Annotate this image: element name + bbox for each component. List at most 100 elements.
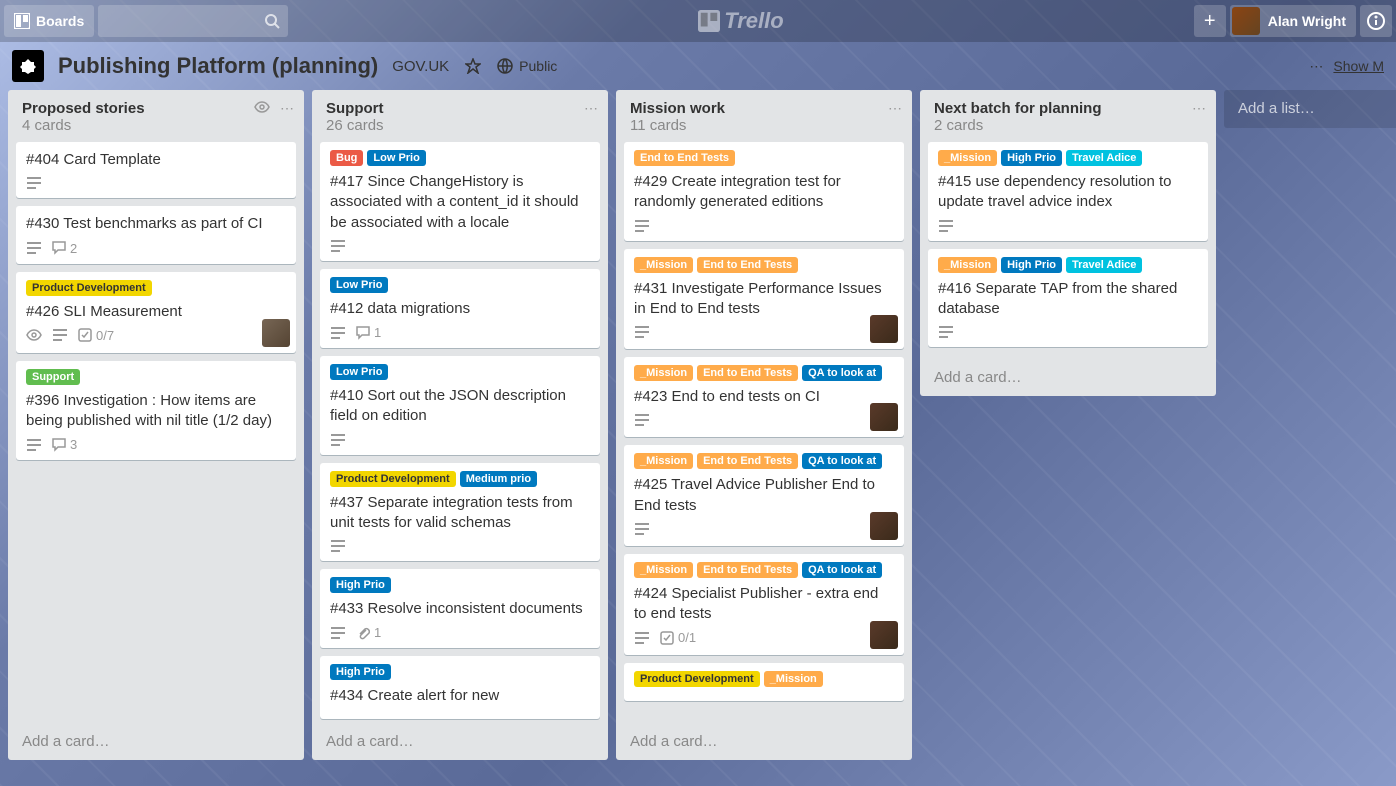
visibility-label: Public — [519, 58, 557, 74]
card-badges — [330, 539, 590, 553]
card-label: High Prio — [330, 577, 391, 593]
card-title: #423 End to end tests on CI — [634, 387, 894, 407]
card-label: Low Prio — [330, 364, 388, 380]
user-menu[interactable]: Alan Wright — [1230, 5, 1356, 37]
list-title[interactable]: Proposed stories — [22, 100, 145, 117]
card-badges — [26, 176, 286, 190]
member-avatar[interactable] — [262, 319, 290, 347]
card[interactable]: Product Development#426 SLI Measurement0… — [16, 272, 296, 353]
card[interactable]: Product DevelopmentMedium prio #437 Separ… — [320, 463, 600, 562]
card[interactable]: _MissionHigh PrioTravel Adice #416 Separa… — [928, 249, 1208, 348]
menu-dots-icon[interactable]: ⋯ — [1309, 58, 1323, 75]
card-label: High Prio — [1001, 150, 1062, 166]
card-label: High Prio — [330, 664, 391, 680]
search-input[interactable] — [98, 5, 288, 37]
card[interactable]: Low Prio#410 Sort out the JSON descripti… — [320, 356, 600, 455]
user-avatar — [1232, 7, 1260, 35]
member-avatar[interactable] — [870, 512, 898, 540]
list-title[interactable]: Support — [326, 100, 384, 117]
card[interactable]: _MissionHigh PrioTravel Adice#415 use de… — [928, 142, 1208, 241]
list-menu-icon[interactable]: ⋯ — [1192, 100, 1206, 117]
list-header: Mission work 11 cards ⋯ — [616, 90, 912, 138]
logo-text: Trello — [724, 8, 784, 34]
search-icon — [264, 13, 280, 29]
board-org[interactable]: GOV.UK — [392, 58, 449, 75]
checklist-badge: 0/7 — [78, 328, 114, 343]
star-button[interactable] — [463, 56, 483, 76]
list-menu-icon[interactable]: ⋯ — [888, 100, 902, 117]
card-badges — [634, 413, 894, 427]
description-badge — [330, 239, 346, 253]
card[interactable]: BugLow Prio#417 Since ChangeHistory is a… — [320, 142, 600, 261]
card-title: #415 use dependency resolution to update… — [938, 172, 1198, 213]
card[interactable]: _MissionEnd to End TestsQA to look at#42… — [624, 445, 904, 546]
card-labels: Product DevelopmentMedium prio — [330, 471, 590, 487]
card[interactable]: High Prio#433 Resolve inconsistent docum… — [320, 569, 600, 648]
add-card-button[interactable]: Add a card… — [920, 359, 1216, 396]
member-avatar[interactable] — [870, 403, 898, 431]
card-labels: High Prio — [330, 577, 590, 593]
card[interactable]: Low Prio#412 data migrations1 — [320, 269, 600, 348]
info-icon — [1367, 12, 1385, 30]
description-badge — [330, 433, 346, 447]
list-menu-icon[interactable]: ⋯ — [584, 100, 598, 117]
list-count: 2 cards — [934, 117, 1102, 134]
card-labels: _MissionHigh PrioTravel Adice — [938, 257, 1198, 273]
description-badge — [52, 328, 68, 342]
member-avatar[interactable] — [870, 621, 898, 649]
add-button[interactable]: + — [1194, 5, 1226, 37]
list-title[interactable]: Next batch for planning — [934, 100, 1102, 117]
card[interactable]: Support#396 Investigation : How items ar… — [16, 361, 296, 461]
card-label: _Mission — [764, 671, 823, 687]
list-count: 11 cards — [630, 117, 725, 134]
show-menu-button[interactable]: Show M — [1333, 58, 1384, 74]
card-label: _Mission — [634, 453, 693, 469]
list-title[interactable]: Mission work — [630, 100, 725, 117]
add-card-button[interactable]: Add a card… — [616, 723, 912, 760]
list: Support 26 cards ⋯ BugLow Prio#417 Since… — [312, 90, 608, 760]
card-label: Product Development — [330, 471, 456, 487]
star-icon — [465, 58, 481, 74]
card[interactable]: _MissionEnd to End Tests#431 Investigate… — [624, 249, 904, 350]
card-label: _Mission — [634, 365, 693, 381]
card[interactable]: Product Development_Mission — [624, 663, 904, 701]
card[interactable]: High Prio#434 Create alert for new — [320, 656, 600, 718]
card-title: #437 Separate integration tests from uni… — [330, 493, 590, 534]
add-list-button[interactable]: Add a list… — [1224, 90, 1396, 128]
card-labels: Product Development_Mission — [634, 671, 894, 687]
board-canvas: Proposed stories 4 cards ⋯ #404 Card Tem… — [0, 90, 1396, 786]
card[interactable]: #404 Card Template — [16, 142, 296, 198]
description-badge — [634, 522, 650, 536]
card-labels: Product Development — [26, 280, 286, 296]
card[interactable]: _MissionEnd to End TestsQA to look at#42… — [624, 357, 904, 437]
card[interactable]: End to End Tests#429 Create integration … — [624, 142, 904, 241]
board-icon — [14, 13, 30, 29]
trello-logo[interactable]: Trello — [698, 8, 784, 34]
card-label: High Prio — [1001, 257, 1062, 273]
card-label: End to End Tests — [697, 453, 798, 469]
card-badges — [330, 433, 590, 447]
trello-logo-icon — [698, 10, 720, 32]
card[interactable]: _MissionEnd to End TestsQA to look at#42… — [624, 554, 904, 656]
boards-button[interactable]: Boards — [4, 5, 94, 37]
description-badge — [938, 219, 954, 233]
list-cards: End to End Tests#429 Create integration … — [616, 138, 912, 723]
member-avatar[interactable] — [870, 315, 898, 343]
card-badges — [634, 325, 894, 339]
card-title: #425 Travel Advice Publisher End to End … — [634, 475, 894, 516]
card-labels: Low Prio — [330, 364, 590, 380]
card-badges: 1 — [330, 625, 590, 640]
card-title: #416 Separate TAP from the shared databa… — [938, 279, 1198, 320]
app-header: Boards Trello + Alan Wright — [0, 0, 1396, 42]
visibility-button[interactable]: Public — [497, 58, 557, 74]
list-menu-icon[interactable]: ⋯ — [280, 100, 294, 117]
add-card-button[interactable]: Add a card… — [8, 723, 304, 760]
card-label: _Mission — [634, 562, 693, 578]
card[interactable]: #430 Test benchmarks as part of CI2 — [16, 206, 296, 263]
board-title[interactable]: Publishing Platform (planning) — [58, 53, 378, 79]
info-button[interactable] — [1360, 5, 1392, 37]
card-badges — [634, 219, 894, 233]
board-header: Publishing Platform (planning) GOV.UK Pu… — [0, 42, 1396, 90]
add-card-button[interactable]: Add a card… — [312, 723, 608, 760]
list-cards: #404 Card Template #430 Test benchmarks a… — [8, 138, 304, 723]
